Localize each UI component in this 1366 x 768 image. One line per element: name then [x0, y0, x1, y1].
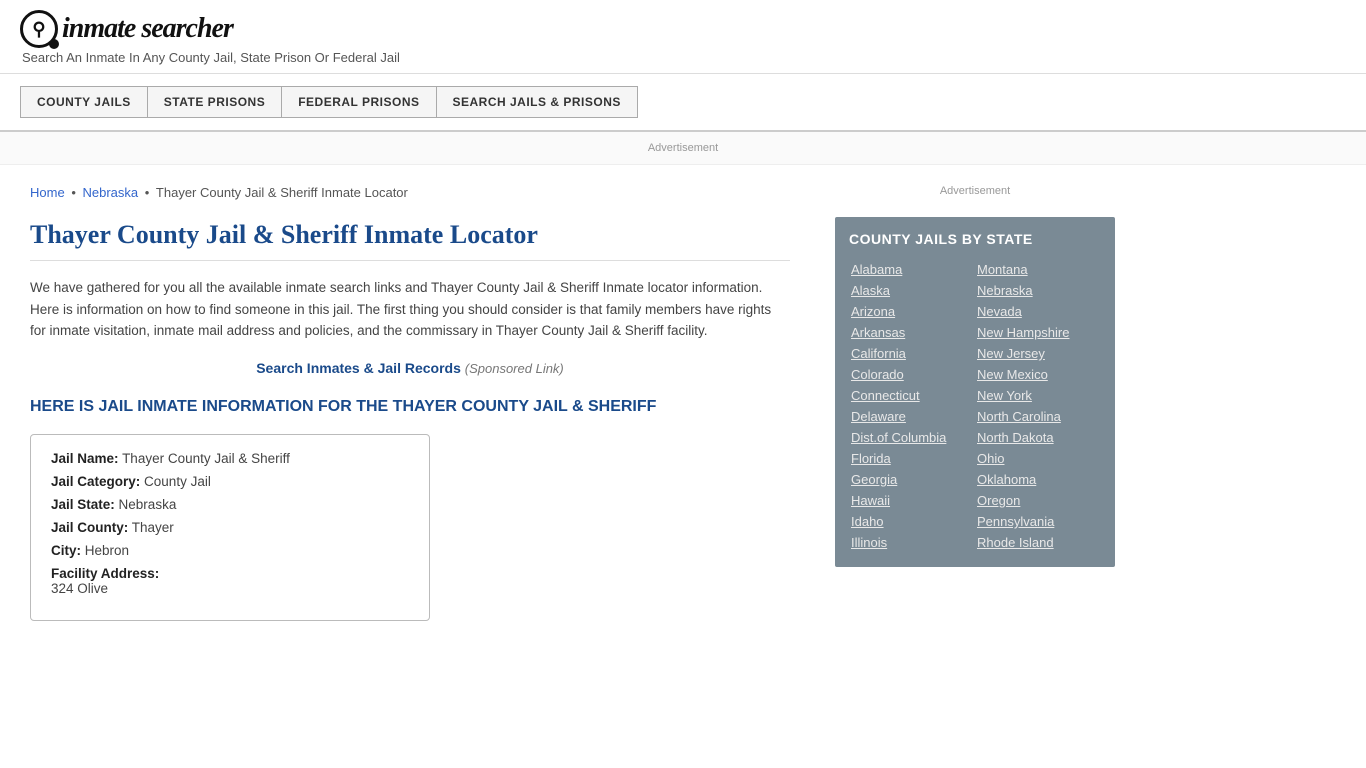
jail-city-row: City: Hebron: [51, 543, 409, 558]
sponsored-link-area: Search Inmates & Jail Records (Sponsored…: [30, 360, 790, 376]
info-heading: HERE IS JAIL INMATE INFORMATION FOR THE …: [30, 398, 790, 416]
magnifier-icon: ⚲: [32, 19, 45, 40]
breadcrumb: Home • Nebraska • Thayer County Jail & S…: [30, 185, 790, 200]
logo-icon: ⚲: [20, 10, 58, 48]
jail-city-label: City:: [51, 543, 81, 558]
sidebar: Advertisement COUNTY JAILS BY STATE Alab…: [820, 165, 1130, 641]
ad-banner: Advertisement: [0, 132, 1366, 165]
jail-county-val: Thayer: [132, 520, 174, 535]
state-link[interactable]: Nebraska: [975, 280, 1101, 301]
header: ⚲ inmate searcher Search An Inmate In An…: [0, 0, 1366, 74]
search-jails-btn[interactable]: SEARCH JAILS & PRISONS: [437, 86, 638, 118]
state-link[interactable]: Oregon: [975, 490, 1101, 511]
breadcrumb-sep1: •: [71, 185, 79, 200]
page-title: Thayer County Jail & Sheriff Inmate Loca…: [30, 220, 790, 261]
breadcrumb-current: Thayer County Jail & Sheriff Inmate Loca…: [156, 185, 408, 200]
jail-category-label: Jail Category:: [51, 474, 140, 489]
state-link[interactable]: Florida: [849, 448, 975, 469]
state-link[interactable]: Georgia: [849, 469, 975, 490]
state-link[interactable]: New Mexico: [975, 364, 1101, 385]
jail-category-row: Jail Category: County Jail: [51, 474, 409, 489]
state-link[interactable]: Rhode Island: [975, 532, 1101, 553]
state-link[interactable]: New Hampshire: [975, 322, 1101, 343]
state-link[interactable]: Montana: [975, 259, 1101, 280]
jail-name-label: Jail Name:: [51, 451, 119, 466]
jail-city-val: Hebron: [85, 543, 129, 558]
breadcrumb-state[interactable]: Nebraska: [82, 185, 138, 200]
state-link[interactable]: North Dakota: [975, 427, 1101, 448]
jail-cat-val: County Jail: [144, 474, 211, 489]
state-link[interactable]: Connecticut: [849, 385, 975, 406]
jail-info-box: Jail Name: Thayer County Jail & Sheriff …: [30, 434, 430, 621]
ad-sidebar: Advertisement: [835, 175, 1115, 217]
state-link[interactable]: California: [849, 343, 975, 364]
logo-text: inmate searcher: [62, 13, 233, 45]
states-grid: AlabamaAlaskaArizonaArkansasCaliforniaCo…: [849, 259, 1101, 553]
states-col-right: MontanaNebraskaNevadaNew HampshireNew Je…: [975, 259, 1101, 553]
body-text: We have gathered for you all the availab…: [30, 277, 790, 342]
content-area: Home • Nebraska • Thayer County Jail & S…: [0, 165, 820, 641]
sponsored-label: (Sponsored Link): [465, 361, 564, 376]
jail-name-val: Thayer County Jail & Sheriff: [122, 451, 290, 466]
jail-state-val: Nebraska: [119, 497, 177, 512]
county-jails-btn[interactable]: COUNTY JAILS: [20, 86, 148, 118]
state-link[interactable]: New Jersey: [975, 343, 1101, 364]
state-link[interactable]: Arkansas: [849, 322, 975, 343]
main-layout: Home • Nebraska • Thayer County Jail & S…: [0, 165, 1366, 641]
state-link[interactable]: Alaska: [849, 280, 975, 301]
state-link[interactable]: Hawaii: [849, 490, 975, 511]
state-link[interactable]: Delaware: [849, 406, 975, 427]
state-link[interactable]: Illinois: [849, 532, 975, 553]
state-link[interactable]: North Carolina: [975, 406, 1101, 427]
tagline: Search An Inmate In Any County Jail, Sta…: [20, 50, 1346, 65]
state-link[interactable]: Alabama: [849, 259, 975, 280]
jail-name-row: Jail Name: Thayer County Jail & Sheriff: [51, 451, 409, 466]
state-link[interactable]: Oklahoma: [975, 469, 1101, 490]
states-col-left: AlabamaAlaskaArizonaArkansasCaliforniaCo…: [849, 259, 975, 553]
breadcrumb-home[interactable]: Home: [30, 185, 65, 200]
nav-bar: COUNTY JAILS STATE PRISONS FEDERAL PRISO…: [0, 74, 1366, 132]
state-link[interactable]: Colorado: [849, 364, 975, 385]
state-link[interactable]: New York: [975, 385, 1101, 406]
state-link[interactable]: Idaho: [849, 511, 975, 532]
jail-address-row: Facility Address: 324 Olive: [51, 566, 409, 596]
county-jails-title: COUNTY JAILS BY STATE: [849, 231, 1101, 247]
state-prisons-btn[interactable]: STATE PRISONS: [148, 86, 282, 118]
sponsored-link[interactable]: Search Inmates & Jail Records: [256, 360, 461, 376]
jail-address-label: Facility Address:: [51, 566, 159, 581]
state-link[interactable]: Arizona: [849, 301, 975, 322]
state-link[interactable]: Dist.of Columbia: [849, 427, 975, 448]
county-jails-box: COUNTY JAILS BY STATE AlabamaAlaskaArizo…: [835, 217, 1115, 567]
jail-county-label: Jail County:: [51, 520, 128, 535]
jail-county-row: Jail County: Thayer: [51, 520, 409, 535]
state-link[interactable]: Ohio: [975, 448, 1101, 469]
logo-area: ⚲ inmate searcher: [20, 10, 1346, 48]
jail-state-label: Jail State:: [51, 497, 115, 512]
state-link[interactable]: Pennsylvania: [975, 511, 1101, 532]
breadcrumb-sep2: •: [145, 185, 153, 200]
federal-prisons-btn[interactable]: FEDERAL PRISONS: [282, 86, 436, 118]
state-link[interactable]: Nevada: [975, 301, 1101, 322]
jail-state-row: Jail State: Nebraska: [51, 497, 409, 512]
jail-address-value: 324 Olive: [51, 581, 409, 596]
